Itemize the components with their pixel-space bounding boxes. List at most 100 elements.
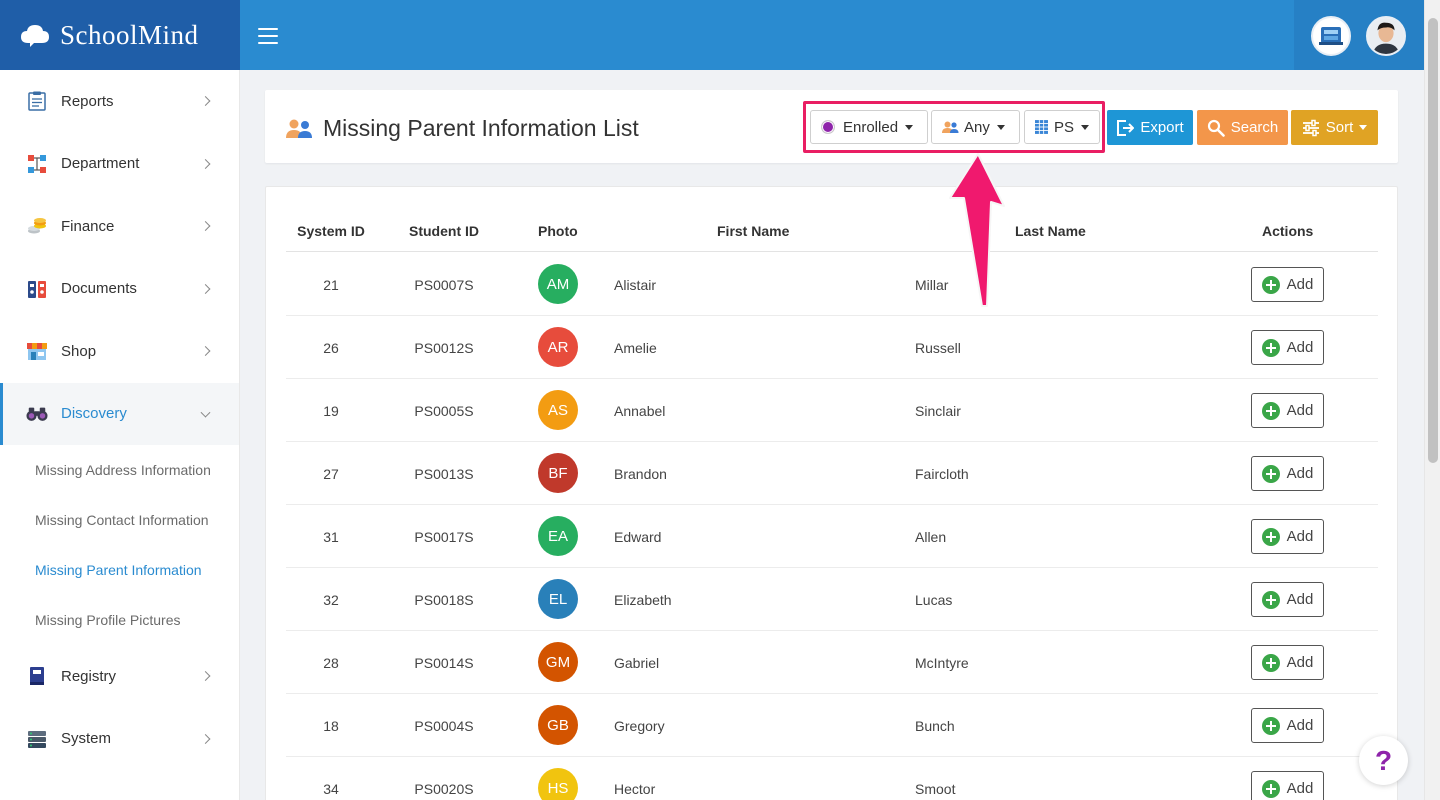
- parent-filter-dropdown[interactable]: Any: [931, 110, 1020, 144]
- sitemap-icon: [26, 153, 48, 175]
- add-label: Add: [1286, 717, 1314, 734]
- student-avatar: EL: [538, 579, 578, 619]
- column-header-first-name[interactable]: First Name: [717, 223, 789, 239]
- student-avatar: GB: [538, 705, 578, 745]
- status-dot-icon: [821, 120, 835, 134]
- search-label: Search: [1230, 119, 1279, 136]
- cell-last-name: Sinclair: [915, 403, 961, 419]
- plus-circle-icon: [1261, 653, 1280, 672]
- chevron-right-icon: [200, 671, 211, 682]
- table-row: 34 PS0020S HS Hector Smoot Add: [286, 757, 1378, 800]
- binoculars-icon: [26, 403, 48, 425]
- cell-first-name: Annabel: [614, 403, 666, 419]
- search-icon: [1207, 119, 1225, 137]
- table-row: 28 PS0014S GM Gabriel McIntyre Add: [286, 631, 1378, 694]
- top-bar: SchoolMind: [0, 0, 1424, 70]
- cell-last-name: Smoot: [915, 781, 956, 797]
- sidebar-item-reports[interactable]: Reports: [0, 70, 239, 133]
- cell-last-name: Bunch: [915, 718, 955, 734]
- cell-system-id: 18: [323, 718, 339, 734]
- add-parent-button[interactable]: Add: [1251, 519, 1324, 554]
- add-parent-button[interactable]: Add: [1251, 582, 1324, 617]
- sidebar-item-discovery[interactable]: Discovery: [0, 382, 239, 445]
- book-icon: [26, 665, 48, 687]
- cell-first-name: Gregory: [614, 718, 665, 734]
- export-icon: [1117, 119, 1135, 136]
- cell-last-name: Russell: [915, 340, 961, 356]
- student-avatar: AR: [538, 327, 578, 367]
- table-row: 31 PS0017S EA Edward Allen Add: [286, 505, 1378, 568]
- column-header-actions: Actions: [1262, 223, 1314, 239]
- export-button[interactable]: Export: [1107, 110, 1193, 145]
- add-label: Add: [1286, 591, 1314, 608]
- sort-button[interactable]: Sort: [1291, 110, 1378, 145]
- chevron-right-icon: [200, 283, 211, 294]
- column-header-last-name[interactable]: Last Name: [1015, 223, 1086, 239]
- cell-student-id: PS0005S: [414, 403, 474, 419]
- sidebar-subitem-missing-address[interactable]: Missing Address Information: [0, 445, 239, 495]
- cell-last-name: Allen: [915, 529, 947, 545]
- student-avatar: GM: [538, 642, 578, 682]
- cell-student-id: PS0007S: [414, 277, 474, 293]
- cell-student-id: PS0014S: [414, 655, 474, 671]
- cell-first-name: Elizabeth: [614, 592, 672, 608]
- add-parent-button[interactable]: Add: [1251, 708, 1324, 743]
- sidebar-subitem-missing-pictures[interactable]: Missing Profile Pictures: [0, 595, 239, 645]
- users-small-icon: [942, 121, 959, 133]
- add-parent-button[interactable]: Add: [1251, 456, 1324, 491]
- scrollbar-thumb[interactable]: [1428, 18, 1438, 463]
- help-button[interactable]: ?: [1359, 736, 1408, 785]
- sidebar-item-shop[interactable]: Shop: [0, 320, 239, 383]
- sidebar-item-registry[interactable]: Registry: [0, 645, 239, 708]
- column-header-student-id[interactable]: Student ID: [396, 223, 492, 239]
- cell-last-name: Lucas: [915, 592, 953, 608]
- grade-filter-dropdown[interactable]: PS: [1024, 110, 1100, 144]
- cell-system-id: 21: [323, 277, 339, 293]
- plus-circle-icon: [1261, 716, 1280, 735]
- student-avatar: HS: [538, 768, 578, 800]
- sidebar-subitem-missing-contact[interactable]: Missing Contact Information: [0, 495, 239, 545]
- search-button[interactable]: Search: [1197, 110, 1288, 145]
- add-parent-button[interactable]: Add: [1251, 771, 1324, 800]
- status-filter-dropdown[interactable]: Enrolled: [810, 110, 928, 144]
- brand-logo[interactable]: SchoolMind: [0, 0, 240, 70]
- chevron-right-icon: [200, 96, 211, 107]
- school-avatar[interactable]: [1311, 16, 1351, 56]
- page-title-text: Missing Parent Information List: [323, 115, 639, 141]
- sidebar: Reports Department Finance Documents Sho…: [0, 70, 240, 800]
- chevron-down-icon: [200, 407, 211, 418]
- menu-toggle-icon[interactable]: [258, 28, 278, 44]
- table-header: System ID Student ID Photo First Name La…: [286, 213, 1378, 252]
- sidebar-item-documents[interactable]: Documents: [0, 258, 239, 321]
- cell-first-name: Amelie: [614, 340, 657, 356]
- grid-icon: [1035, 120, 1048, 134]
- page-scrollbar[interactable]: [1424, 0, 1440, 800]
- cell-first-name: Gabriel: [614, 655, 660, 671]
- school-badge-icon: [1319, 27, 1343, 45]
- student-avatar: AM: [538, 264, 578, 304]
- add-parent-button[interactable]: Add: [1251, 393, 1324, 428]
- export-label: Export: [1140, 119, 1184, 136]
- cell-student-id: PS0017S: [414, 529, 474, 545]
- sidebar-item-finance[interactable]: Finance: [0, 195, 239, 258]
- students-table-card: System ID Student ID Photo First Name La…: [265, 186, 1398, 800]
- add-parent-button[interactable]: Add: [1251, 267, 1324, 302]
- cell-system-id: 34: [323, 781, 339, 797]
- cell-last-name: Faircloth: [915, 466, 969, 482]
- sidebar-item-label: Reports: [61, 92, 114, 110]
- cell-system-id: 28: [323, 655, 339, 671]
- student-avatar: EA: [538, 516, 578, 556]
- cell-student-id: PS0004S: [414, 718, 474, 734]
- sidebar-subitem-missing-parent[interactable]: Missing Parent Information: [0, 545, 239, 595]
- table-row: 26 PS0012S AR Amelie Russell Add: [286, 316, 1378, 379]
- user-avatar[interactable]: [1366, 16, 1406, 56]
- sidebar-item-system[interactable]: System: [0, 708, 239, 771]
- cell-system-id: 26: [323, 340, 339, 356]
- column-header-system-id[interactable]: System ID: [286, 223, 376, 239]
- add-label: Add: [1286, 780, 1314, 797]
- sort-label: Sort: [1325, 119, 1354, 136]
- add-parent-button[interactable]: Add: [1251, 330, 1324, 365]
- sidebar-item-department[interactable]: Department: [0, 133, 239, 196]
- cell-student-id: PS0012S: [414, 340, 474, 356]
- add-parent-button[interactable]: Add: [1251, 645, 1324, 680]
